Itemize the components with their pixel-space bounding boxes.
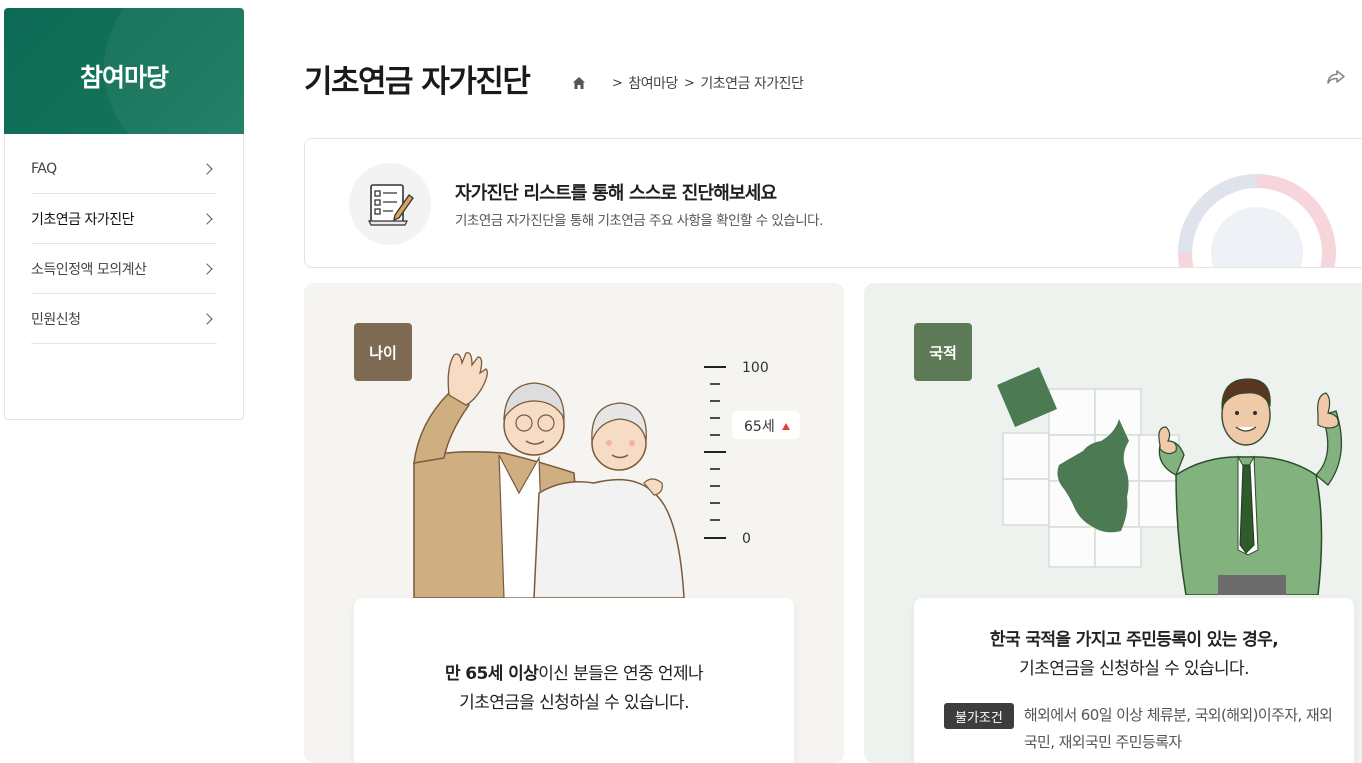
nationality-badge: 국적 [914, 323, 972, 381]
sidebar-item-income-calc[interactable]: 소득인정액 모의계산 [31, 244, 217, 294]
nationality-info-text: 한국 국적을 가지고 주민등록이 있는 경우, 기초연금을 신청하실 수 있습니… [914, 626, 1354, 684]
nationality-info-line2: 기초연금을 신청하실 수 있습니다. [1019, 659, 1249, 679]
nationality-card: 국적 한국 국적을 가지고 주민등록이 있는 경우, 기초연금을 신청하실 수 … [864, 283, 1362, 763]
intro-banner: 자가진단 리스트를 통해 스스로 진단해보세요 기초연금 자가진단을 통해 기초… [304, 138, 1362, 268]
share-icon[interactable] [1326, 68, 1346, 86]
home-icon[interactable] [572, 76, 586, 90]
banner-subtext: 기초연금 자가진단을 통해 기초연금 주요 사항을 확인할 수 있습니다. [455, 213, 823, 229]
nationality-info-box: 한국 국적을 가지고 주민등록이 있는 경우, 기초연금을 신청하실 수 있습니… [914, 598, 1354, 763]
age-scale-gauge: 100 0 65세 [704, 360, 800, 547]
scale-bottom-label: 0 [742, 531, 751, 547]
breadcrumb-item[interactable]: 기초연금 자가진단 [700, 73, 804, 93]
checklist-icon [349, 163, 431, 245]
ineligibility-badge: 불가조건 [944, 703, 1014, 729]
sidebar-item-faq[interactable]: FAQ [31, 144, 217, 194]
sidebar-header: 참여마당 [4, 8, 244, 134]
thumbs-up-man-illustration [1158, 378, 1342, 595]
chevron-right-icon [201, 212, 213, 225]
page-title: 기초연금 자가진단 [304, 64, 531, 100]
age-card: 나이 100 0 65세 만 65세 이상이신 분들은 연중 언제나 기초연금을… [304, 283, 844, 763]
sidebar-item-label: 민원신청 [31, 311, 81, 328]
sidebar-title: 참여마당 [79, 63, 169, 92]
ineligibility-row: 불가조건 해외에서 60일 이상 체류분, 국외(해외)이주자, 재외국민, 재… [944, 702, 1354, 756]
scale-top-label: 100 [742, 360, 769, 376]
sidebar-item-self-diagnosis[interactable]: 기초연금 자가진단 [31, 194, 217, 244]
sidebar-item-label: 소득인정액 모의계산 [31, 261, 147, 278]
banner-heading: 자가진단 리스트를 통해 스스로 진단해보세요 [455, 183, 777, 204]
nationality-info-bold: 한국 국적을 가지고 주민등록이 있는 경우, [989, 630, 1279, 650]
sidebar-item-label: 기초연금 자가진단 [31, 211, 135, 228]
age-info-box: 만 65세 이상이신 분들은 연중 언제나 기초연금을 신청하실 수 있습니다. [354, 598, 794, 763]
sidebar-menu: FAQ 기초연금 자가진단 소득인정액 모의계산 민원신청 [4, 134, 244, 420]
age-marker-label: 65세 [744, 419, 775, 435]
chevron-right-icon [201, 312, 213, 325]
age-info-text: 만 65세 이상이신 분들은 연중 언제나 기초연금을 신청하실 수 있습니다. [354, 660, 794, 718]
age-info-bold: 만 65세 이상 [444, 664, 539, 684]
sidebar-item-label: FAQ [31, 160, 57, 177]
breadcrumb: > 참여마당 > 기초연금 자가진단 [572, 73, 804, 93]
chevron-right-icon [201, 162, 213, 175]
age-info-rest: 이신 분들은 연중 언제나 [538, 664, 704, 684]
breadcrumb-separator: > [683, 75, 695, 91]
taegeuk-emblem-icon [1178, 174, 1336, 267]
breadcrumb-item[interactable]: 참여마당 [628, 73, 678, 93]
sidebar-item-civil-request[interactable]: 민원신청 [31, 294, 217, 344]
age-info-line2: 기초연금을 신청하실 수 있습니다. [459, 693, 689, 713]
chevron-right-icon [201, 262, 213, 275]
ineligibility-text: 해외에서 60일 이상 체류분, 국외(해외)이주자, 재외국민, 재외국민 주… [1023, 706, 1333, 751]
breadcrumb-separator: > [612, 75, 623, 91]
